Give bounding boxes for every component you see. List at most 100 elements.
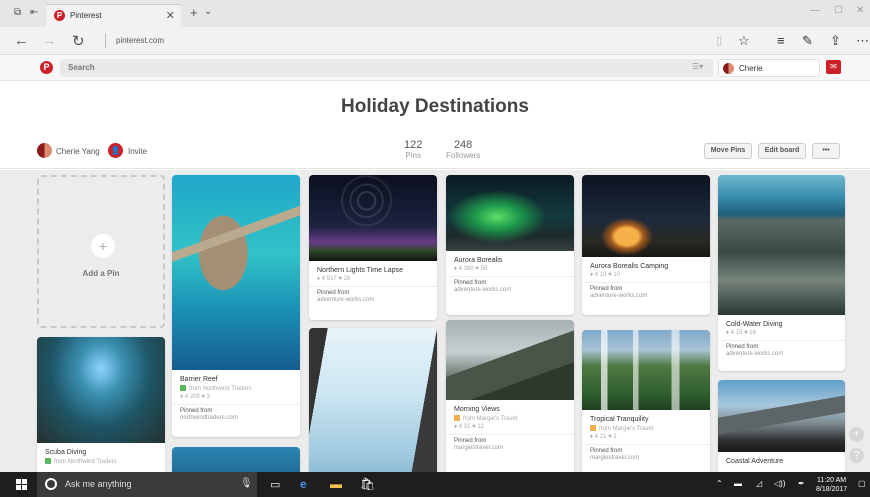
pinned-from-source[interactable]: adventure-works.com — [454, 287, 566, 293]
pin-image-cold-water-diving[interactable] — [718, 175, 845, 315]
pin-title: Aurora Borealis — [454, 257, 503, 264]
pin-card[interactable]: Tropical Tranquility from Margie's Trave… — [582, 330, 710, 472]
tab-back-icon[interactable]: ⇤ — [30, 7, 38, 18]
system-clock[interactable]: 11:20 AM 8/18/2017 — [816, 476, 847, 494]
owner-name[interactable]: Cherie Yang — [56, 147, 100, 156]
reading-view-icon[interactable]: ▯ — [716, 34, 722, 47]
pinned-from-source[interactable]: margiestravel.com — [590, 455, 702, 461]
maximize-icon[interactable]: ☐ — [834, 5, 843, 16]
pin-stats: ♦ 4 31 ♥ 12 — [454, 424, 484, 430]
search-input[interactable] — [68, 63, 668, 72]
browser-tab[interactable]: P Pinterest ✕ — [46, 4, 181, 27]
search-box[interactable] — [60, 59, 713, 77]
notifications-icon[interactable]: ✉ — [826, 60, 841, 74]
pin-image-scuba[interactable] — [37, 337, 165, 443]
explorer-icon[interactable]: ▬ — [330, 477, 342, 491]
pin-image-aurora-camping[interactable] — [582, 175, 710, 257]
pinned-from-source[interactable]: adventure-works.com — [590, 293, 702, 299]
pinned-from-label: Pinned from — [454, 438, 487, 444]
pin-card[interactable] — [172, 447, 300, 472]
forward-icon[interactable]: → — [42, 32, 57, 49]
pin-card[interactable]: Scuba Diving from Northwind Traders — [37, 337, 165, 472]
new-tab-button[interactable]: + — [190, 5, 198, 20]
pin-stats: ♦ 4 517 ♥ 26 — [317, 276, 351, 282]
back-icon[interactable]: ← — [14, 32, 29, 49]
pin-image-morning-views[interactable] — [446, 320, 574, 400]
edge-icon[interactable]: e — [300, 477, 307, 491]
pin-source: from Northwind Traders — [45, 458, 157, 465]
edit-board-button[interactable]: Edit board — [758, 143, 806, 159]
followers-count: 248 — [453, 139, 473, 151]
battery-icon[interactable]: ▬ — [734, 479, 742, 488]
store-icon[interactable]: 🛍 — [360, 477, 375, 491]
followers-label: Followers — [446, 151, 481, 160]
pin-image-barrier-reef[interactable] — [172, 175, 300, 370]
volume-icon[interactable]: ◁)) — [774, 479, 785, 488]
followers-stat[interactable]: 248 Followers — [446, 139, 480, 160]
pin-image-tropical-falls[interactable] — [582, 330, 710, 410]
pins-count: 122 — [404, 139, 423, 151]
pin-source-text: from Margie's Travel — [599, 426, 654, 432]
cortana-search-box[interactable]: Ask me anything 🎙 — [37, 472, 257, 497]
pin-image-northern-lights[interactable] — [309, 175, 437, 261]
add-pin-card[interactable]: + Add a Pin — [37, 175, 165, 328]
pin-card[interactable]: Northern Lights Time Lapse ♦ 4 517 ♥ 26 … — [309, 175, 437, 320]
task-view-icon[interactable]: ▭ — [270, 478, 280, 491]
pin-card[interactable]: Barrier Reef from Northwind Traders ♦ 4 … — [172, 175, 300, 437]
pin-stats: ♦ 4 209 ♥ 3 — [180, 394, 210, 400]
menu-icon[interactable]: ☰▾ — [692, 62, 703, 71]
pin-card[interactable]: Aurora Borealis ♦ 4 380 ♥ 58 Pinned from… — [446, 175, 574, 315]
star-icon[interactable]: ☆ — [738, 33, 750, 49]
pinned-from-label: Pinned from — [454, 280, 487, 286]
network-icon[interactable]: ◿ — [756, 479, 762, 488]
refresh-icon[interactable]: ↻ — [72, 32, 85, 50]
close-tab-icon[interactable]: ✕ — [166, 9, 175, 22]
pinned-from-source[interactable]: adventure-works.com — [726, 351, 837, 357]
pin-card[interactable]: Aurora Borealis Camping ♦ 4 10 ♥ 10 Pinn… — [582, 175, 710, 315]
more-options-button[interactable]: ••• — [812, 143, 840, 159]
pin-title: Tropical Tranquility — [590, 416, 649, 423]
url-field[interactable]: pinterest.com — [116, 36, 164, 45]
pinned-from-source[interactable]: northwindtraders.com — [180, 415, 292, 421]
pin-source: from Margie's Travel — [454, 415, 566, 422]
close-window-icon[interactable]: ✕ — [856, 5, 864, 16]
pinned-from-label: Pinned from — [180, 408, 213, 414]
pinned-from-source[interactable]: adventure-works.com — [317, 297, 429, 303]
hub-icon[interactable]: ≡ — [777, 33, 785, 48]
pin-card[interactable] — [309, 328, 437, 472]
help-icon[interactable]: ? — [849, 448, 864, 463]
more-icon[interactable]: ⋯ — [856, 33, 869, 49]
invite-link[interactable]: Invite — [128, 147, 147, 156]
share-icon[interactable]: ⇪ — [830, 33, 841, 49]
pin-card[interactable]: Cold-Water Diving ♦ 4 15 ♥ 16 Pinned fro… — [718, 175, 845, 371]
tab-manager-icon[interactable]: ⧉ — [14, 7, 21, 18]
add-floating-icon[interactable]: + — [849, 427, 864, 442]
pins-stat[interactable]: 122 Pins — [404, 139, 422, 160]
pen-icon[interactable]: ✒ — [798, 479, 805, 488]
mic-icon[interactable]: 🎙 — [240, 478, 253, 489]
pinned-from-label: Pinned from — [726, 344, 759, 350]
pin-image-underwater[interactable] — [172, 447, 300, 472]
pin-card[interactable]: Morning Views from Margie's Travel ♦ 4 3… — [446, 320, 574, 472]
cortana-placeholder: Ask me anything — [65, 479, 132, 489]
invite-icon[interactable]: 👤 — [108, 143, 123, 158]
minimize-icon[interactable]: — — [810, 5, 820, 16]
pinterest-logo-icon[interactable]: P — [40, 61, 53, 74]
pinned-from-source[interactable]: margiestravel.com — [454, 445, 566, 451]
move-pins-button[interactable]: Move Pins — [704, 143, 752, 159]
action-center-icon[interactable]: ▢ — [858, 479, 866, 488]
pin-card[interactable]: Coastal Adventure — [718, 380, 845, 472]
pinned-from-label: Pinned from — [317, 290, 350, 296]
pin-stats: ♦ 4 380 ♥ 58 — [454, 266, 488, 272]
pin-image-coastal-adventure[interactable] — [718, 380, 845, 452]
tab-dropdown-icon[interactable]: ⌄ — [204, 6, 212, 17]
notes-icon[interactable]: ✎ — [802, 33, 813, 49]
pin-image-ice-waterfall[interactable] — [309, 328, 437, 472]
chevron-up-icon[interactable]: ⌃ — [716, 479, 723, 488]
avatar — [723, 63, 734, 74]
pin-image-aurora-borealis[interactable] — [446, 175, 574, 251]
user-profile-button[interactable]: Cherie — [718, 59, 820, 77]
owner-avatar[interactable] — [37, 143, 52, 158]
windows-icon[interactable] — [16, 479, 27, 490]
add-pin-label: Add a Pin — [82, 269, 120, 278]
